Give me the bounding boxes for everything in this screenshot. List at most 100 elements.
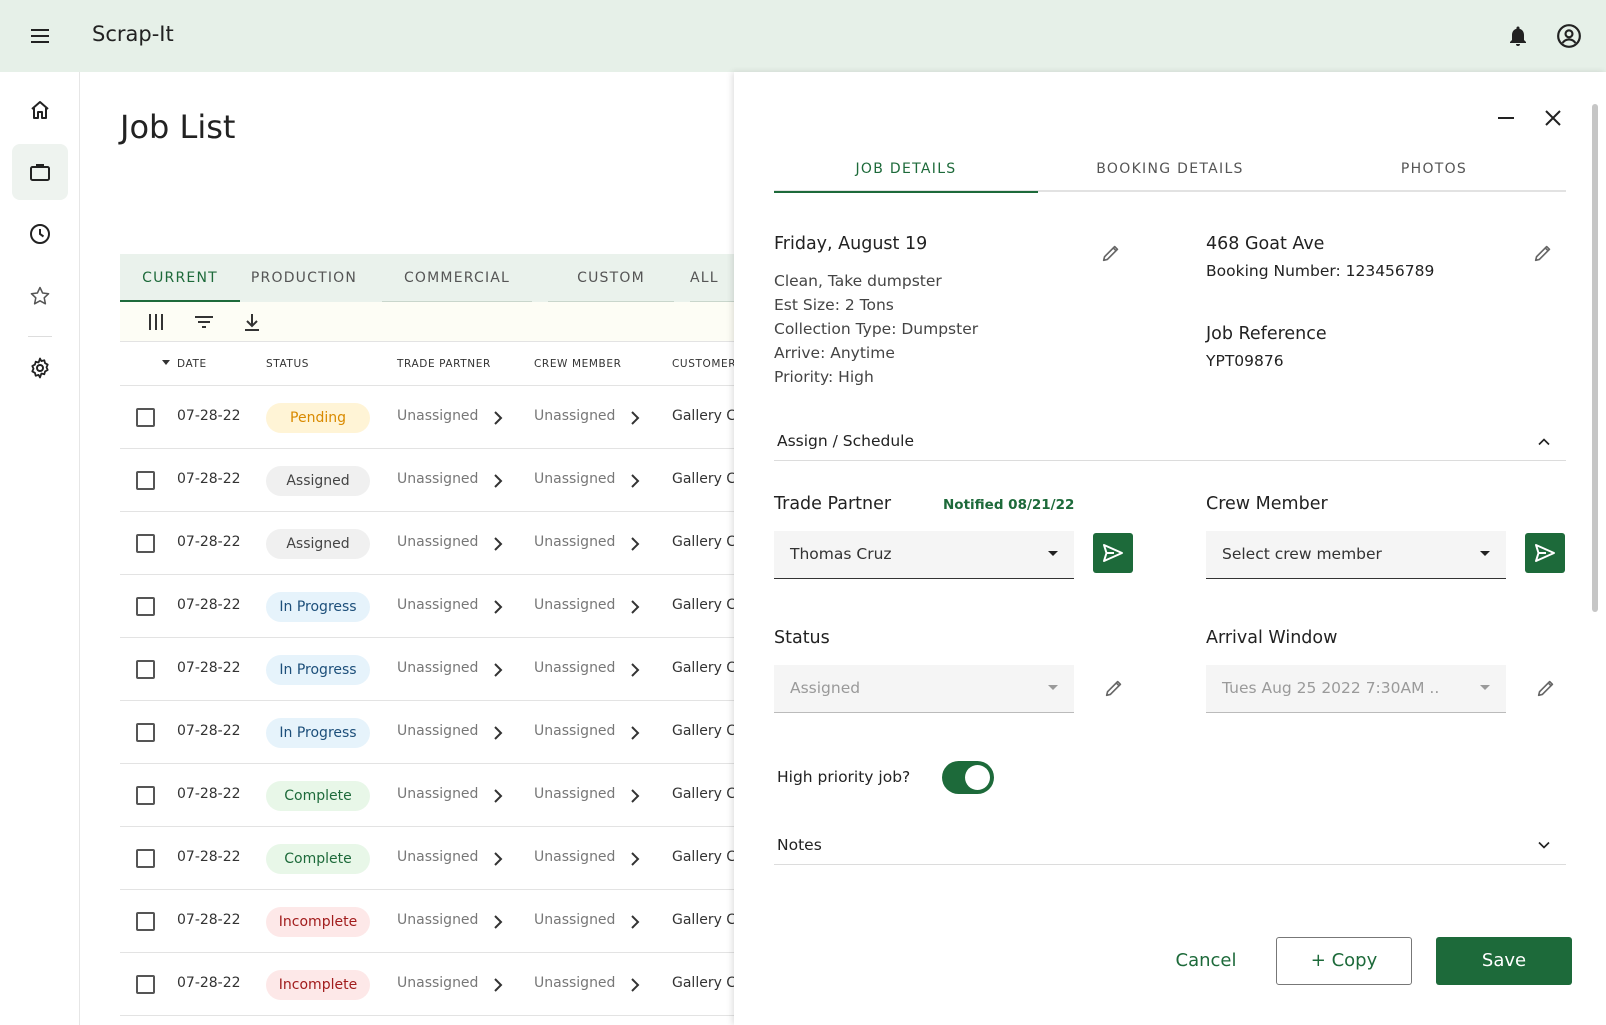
chevron-right-icon[interactable] [627,849,643,869]
nav-history[interactable] [12,206,68,262]
chevron-right-icon[interactable] [627,408,643,428]
table-row[interactable]: 07-28-22 In Progress Unassigned Unassigned G… [120,701,734,764]
job-table-body: 07-28-22 Pending Unassigned Unassigned Galle… [120,386,734,1025]
minimize-icon[interactable] [1494,106,1518,130]
row-trade-partner: Unassigned [397,849,479,865]
edit-status-icon[interactable] [1103,677,1125,699]
trade-partner-select[interactable]: Thomas Cruz [774,531,1074,579]
table-row[interactable]: 07-28-22 Incomplete Unassigned Unassigned Ga… [120,890,734,953]
dropdown-arrow-icon [1048,551,1058,556]
copy-button[interactable]: + Copy [1276,937,1412,985]
row-checkbox[interactable] [136,534,155,553]
chevron-right-icon[interactable] [627,471,643,491]
chevron-right-icon[interactable] [490,912,506,932]
tab-photos[interactable]: PHOTOS [1302,146,1566,192]
nav-settings[interactable] [12,340,68,396]
chevron-right-icon[interactable] [490,849,506,869]
cancel-button[interactable]: Cancel [1156,937,1256,985]
row-checkbox[interactable] [136,975,155,994]
chevron-right-icon[interactable] [627,786,643,806]
table-row[interactable]: 07-28-22 Complete Unassigned Unassigned Gall… [120,827,734,890]
sort-desc-icon[interactable] [162,360,170,366]
row-crew-member: Unassigned [534,849,616,865]
download-icon[interactable] [240,310,264,334]
close-icon[interactable] [1541,106,1565,130]
high-priority-toggle[interactable] [942,761,994,794]
row-customer: Gallery Cu [672,408,734,424]
chevron-right-icon[interactable] [490,471,506,491]
tab-job-details[interactable]: JOB DETAILS [774,146,1038,193]
table-row[interactable]: 07-28-22 In Progress Unassigned Unassigned G… [120,638,734,701]
tab-production[interactable]: PRODUCTION [240,254,368,302]
table-row[interactable]: 07-28-22 Complete Unassigned Unassigned Gall… [120,764,734,827]
column-header-status[interactable]: STATUS [266,358,309,370]
arrival-window-label: Arrival Window [1206,628,1338,648]
bell-icon[interactable] [1506,24,1530,48]
menu-icon[interactable] [28,24,52,48]
tab-booking-details[interactable]: BOOKING DETAILS [1038,146,1302,192]
row-trade-partner: Unassigned [397,471,479,487]
tab-commercial[interactable]: COMMERCIAL [382,254,532,302]
column-header-trade-partner[interactable]: TRADE PARTNER [397,358,491,370]
crew-member-label: Crew Member [1206,494,1328,514]
status-badge: In Progress [266,592,370,622]
column-header-customer[interactable]: CUSTOMER [672,358,736,370]
chevron-right-icon[interactable] [490,597,506,617]
nav-favorites[interactable] [12,268,68,324]
column-header-date[interactable]: DATE [177,358,207,370]
tab-current[interactable]: CURRENT [120,254,240,302]
chevron-right-icon[interactable] [627,975,643,995]
row-checkbox[interactable] [136,786,155,805]
status-badge: Assigned [266,466,370,496]
chevron-right-icon[interactable] [627,597,643,617]
dropdown-arrow-icon [1480,685,1490,690]
row-checkbox[interactable] [136,408,155,427]
filter-icon[interactable] [192,310,216,334]
edit-job-icon[interactable] [1100,242,1122,264]
assign-schedule-header[interactable]: Assign / Schedule [777,432,914,450]
chevron-right-icon[interactable] [490,408,506,428]
table-row[interactable]: 07-28-22 Assigned Unassigned Unassigned Gall… [120,449,734,512]
chevron-right-icon[interactable] [627,534,643,554]
top-app-bar: Scrap-It [0,0,1606,72]
account-icon[interactable] [1556,23,1582,49]
chevron-right-icon[interactable] [490,723,506,743]
chevron-down-icon[interactable] [1534,835,1554,855]
row-checkbox[interactable] [136,660,155,679]
chevron-right-icon[interactable] [627,912,643,932]
save-button[interactable]: Save [1436,937,1572,985]
send-crew-member-button[interactable] [1525,533,1565,573]
table-row[interactable]: 07-28-22 In Progress Unassigned Unassigned G… [120,575,734,638]
chevron-up-icon[interactable] [1534,432,1554,452]
chevron-right-icon[interactable] [627,660,643,680]
row-checkbox[interactable] [136,723,155,742]
panel-scrollbar[interactable] [1592,104,1598,612]
row-checkbox[interactable] [136,912,155,931]
chevron-right-icon[interactable] [490,534,506,554]
chevron-right-icon[interactable] [490,786,506,806]
table-row[interactable]: 07-28-22 Assigned Unassigned Unassigned Gall… [120,512,734,575]
edit-address-icon[interactable] [1532,242,1554,264]
arrival-window-select[interactable]: Tues Aug 25 2022 7:30AM .. [1206,665,1506,713]
tab-all[interactable]: ALL [690,254,734,302]
crew-member-select[interactable]: Select crew member [1206,531,1506,579]
row-customer: Gallery Cu [672,597,734,613]
column-header-crew-member[interactable]: CREW MEMBER [534,358,621,370]
nav-home[interactable] [12,82,68,138]
tab-custom[interactable]: CUSTOM [548,254,674,302]
table-row[interactable]: 07-28-22 Incomplete Unassigned Unassigned Ga… [120,953,734,1016]
notes-header[interactable]: Notes [777,836,822,854]
row-checkbox[interactable] [136,849,155,868]
row-crew-member: Unassigned [534,975,616,991]
chevron-right-icon[interactable] [490,975,506,995]
nav-jobs[interactable] [12,144,68,200]
chevron-right-icon[interactable] [627,723,643,743]
edit-arrival-icon[interactable] [1535,677,1557,699]
columns-icon[interactable] [144,310,168,334]
row-checkbox[interactable] [136,471,155,490]
status-select[interactable]: Assigned [774,665,1074,713]
table-row[interactable]: 07-28-22 Pending Unassigned Unassigned Galle… [120,386,734,449]
send-trade-partner-button[interactable] [1093,533,1133,573]
chevron-right-icon[interactable] [490,660,506,680]
row-checkbox[interactable] [136,597,155,616]
